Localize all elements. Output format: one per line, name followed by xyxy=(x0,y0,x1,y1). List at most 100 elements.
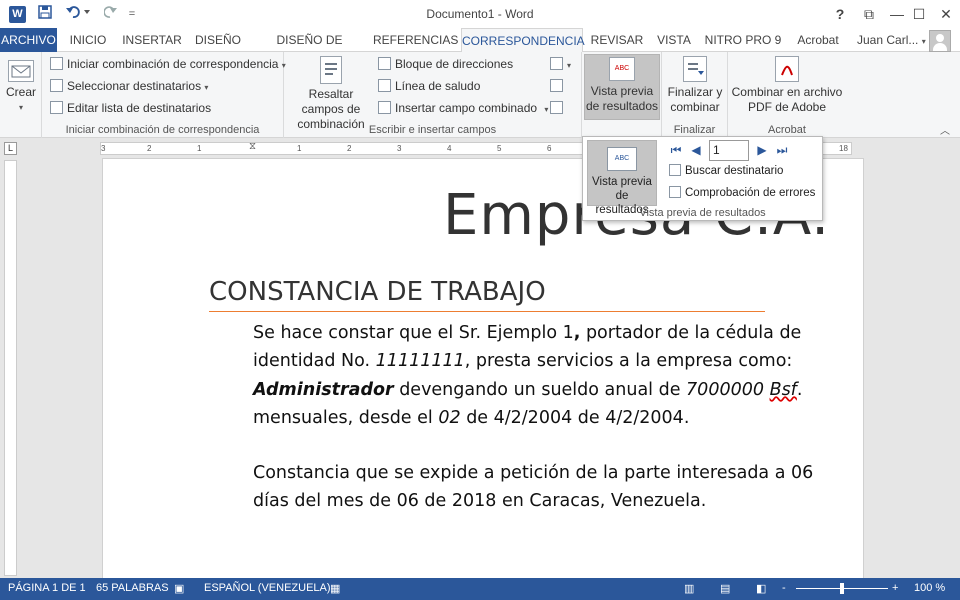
next-record-icon[interactable]: ▶ xyxy=(755,143,769,157)
web-layout-icon[interactable]: ◧ xyxy=(756,582,766,595)
crear-label: Crear xyxy=(5,85,36,99)
collapse-ribbon-icon[interactable]: ︿ xyxy=(940,122,950,137)
finalizar-label: Finalizar y combinar xyxy=(667,85,723,114)
edit-list-icon xyxy=(50,101,63,114)
group-finalizar: Finalizar y combinar Finalizar xyxy=(662,52,728,138)
language[interactable]: ESPAÑOL (VENEZUELA) xyxy=(204,582,331,594)
tab-nitro[interactable]: NITRO PRO 9 xyxy=(702,28,784,52)
linea-saludo-button[interactable]: Línea de saludo xyxy=(378,76,480,96)
ruler-tick: 1 xyxy=(197,144,202,153)
tab-diseno[interactable]: DISEÑO xyxy=(190,28,246,52)
tab-acrobat[interactable]: Acrobat xyxy=(790,28,846,52)
word-count[interactable]: 65 PALABRAS xyxy=(96,582,169,594)
last-record-icon[interactable]: ⏭ xyxy=(775,143,789,157)
ruler-tick: 2 xyxy=(147,144,152,153)
match-fields-icon[interactable] xyxy=(550,76,567,96)
previous-record-icon[interactable]: ◀ xyxy=(689,143,703,157)
macro-icon[interactable]: ▦ xyxy=(330,582,340,595)
document-area: Empresa C.A. CONSTANCIA DE TRABAJO Se ha… xyxy=(20,158,960,578)
crear-button[interactable]: Crear ▾ xyxy=(4,54,38,115)
vista-previa-ribbon-button[interactable]: ABC Vista previa de resultados xyxy=(584,54,660,120)
greeting-line-icon xyxy=(378,79,391,92)
document-page[interactable]: Empresa C.A. CONSTANCIA DE TRABAJO Se ha… xyxy=(102,158,864,578)
group-crear: Crear ▾ xyxy=(0,52,42,138)
address-block-icon xyxy=(378,57,391,70)
window-title: Documento1 - Word xyxy=(426,7,534,21)
highlight-fields-icon xyxy=(320,56,342,84)
print-layout-icon[interactable]: ▤ xyxy=(720,582,730,595)
group-iniciar-combinacion: Iniciar combinación de correspondencia ▾… xyxy=(42,52,286,138)
ribbon-tabs: ARCHIVO INICIO INSERTAR DISEÑO DISEÑO DE… xyxy=(0,28,960,71)
preview-abc-icon: ABC xyxy=(609,57,635,81)
zoom-level[interactable]: 100 % xyxy=(914,582,945,594)
tab-inicio[interactable]: INICIO xyxy=(62,28,114,52)
combinar-pdf-button[interactable]: Combinar en archivo PDF de Adobe xyxy=(730,54,844,115)
rules-icon[interactable]: ▾ xyxy=(550,54,571,74)
record-number-input[interactable]: 1 xyxy=(709,140,749,161)
close-button[interactable]: ✕ xyxy=(932,3,960,25)
buscar-destinatario-button[interactable]: Buscar destinatario xyxy=(669,164,783,177)
zoom-slider-thumb[interactable] xyxy=(840,583,844,594)
resaltar-campos-button[interactable]: Resaltar campos de combinación xyxy=(288,54,374,132)
comprobacion-errores-button[interactable]: Comprobación de errores xyxy=(669,186,815,199)
buscar-destinatario-label: Buscar destinatario xyxy=(685,165,784,177)
tab-referencias[interactable]: REFERENCIAS xyxy=(373,28,458,52)
tab-correspondencia[interactable]: CORRESPONDENCIA xyxy=(461,28,585,53)
ruler-tick: 5 xyxy=(497,144,502,153)
ruler-tick: 4 xyxy=(447,144,452,153)
paragraph-2: Constancia que se expide a petición de l… xyxy=(253,463,814,512)
adobe-pdf-icon xyxy=(775,56,799,82)
vista-previa-button[interactable]: ABC Vista previa de resultados xyxy=(587,140,657,216)
dropdown-group-label: Vista previa de resultados xyxy=(639,207,766,219)
finish-merge-icon xyxy=(683,56,707,82)
envelope-icon xyxy=(8,60,34,82)
preview-abc-icon: ABC xyxy=(607,147,637,171)
update-labels-icon[interactable] xyxy=(550,98,567,118)
seleccionar-destinatarios-label: Seleccionar destinatarios xyxy=(67,79,202,93)
combinar-pdf-label: Combinar en archivo PDF de Adobe xyxy=(731,85,843,114)
first-record-icon[interactable]: ⏮ xyxy=(669,143,683,157)
page-count[interactable]: PÁGINA 1 DE 1 xyxy=(8,582,86,594)
ribbon-display-button[interactable]: ⧉ xyxy=(855,3,883,25)
zoom-out-button[interactable]: - xyxy=(782,582,786,594)
document-icon xyxy=(50,57,63,70)
bloque-direcciones-button[interactable]: Bloque de direcciones xyxy=(378,54,513,74)
ruler-tick: 3 xyxy=(101,144,106,153)
tab-revisar[interactable]: REVISAR xyxy=(589,28,645,52)
ruler-tick: 3 xyxy=(397,144,402,153)
indent-marker-icon[interactable]: ⧖ xyxy=(249,141,256,152)
tab-diseno-pagina[interactable]: DISEÑO DE PÁGINA xyxy=(253,28,366,71)
avatar[interactable] xyxy=(929,30,951,52)
zoom-in-button[interactable]: + xyxy=(892,582,898,594)
iniciar-group-label: Iniciar combinación de correspondencia xyxy=(65,124,260,136)
paragraph-1: Se hace constar que el Sr. Ejemplo 1, po… xyxy=(253,323,803,428)
maximize-button[interactable]: ☐ xyxy=(905,3,933,25)
iniciar-combinacion-label: Iniciar combinación de correspondencia xyxy=(67,57,279,71)
insert-field-icon xyxy=(378,101,391,114)
tab-vista[interactable]: VISTA xyxy=(652,28,696,52)
user-name[interactable]: Juan Carl... ▾ xyxy=(857,28,926,52)
iniciar-combinacion-button[interactable]: Iniciar combinación de correspondencia ▾ xyxy=(50,54,286,74)
seleccionar-destinatarios-button[interactable]: Seleccionar destinatarios ▾ xyxy=(50,76,208,96)
finalizar-combinar-button[interactable]: Finalizar y combinar xyxy=(664,54,726,115)
insertar-campo-button[interactable]: Insertar campo combinado ▾ xyxy=(378,98,548,118)
escribir-group-label: Escribir e insertar campos xyxy=(368,124,497,136)
tab-archivo[interactable]: ARCHIVO xyxy=(0,28,57,52)
finalizar-group-label: Finalizar xyxy=(673,124,716,136)
linea-saludo-label: Línea de saludo xyxy=(395,79,481,93)
document-heading: CONSTANCIA DE TRABAJO xyxy=(209,277,765,312)
group-acrobat: Combinar en archivo PDF de Adobe Acrobat xyxy=(728,52,846,138)
group-vista-previa: ABC Vista previa de resultados xyxy=(582,52,662,138)
help-button[interactable]: ? xyxy=(826,3,854,25)
tab-insertar[interactable]: INSERTAR xyxy=(120,28,184,52)
editar-lista-button[interactable]: Editar lista de destinatarios xyxy=(50,98,211,118)
proofing-icon[interactable]: ▣ xyxy=(174,582,184,595)
status-bar: PÁGINA 1 DE 1 65 PALABRAS ▣ ESPAÑOL (VEN… xyxy=(0,578,960,600)
tab-selector[interactable]: L xyxy=(4,142,17,155)
check-errors-icon xyxy=(669,186,681,198)
bloque-direcciones-label: Bloque de direcciones xyxy=(395,57,514,71)
vista-previa-ribbon-label: Vista previa de resultados xyxy=(585,84,659,113)
ruler-tick: 18 xyxy=(839,144,848,153)
recipients-icon xyxy=(50,79,63,92)
read-mode-icon[interactable]: ▥ xyxy=(684,582,694,595)
